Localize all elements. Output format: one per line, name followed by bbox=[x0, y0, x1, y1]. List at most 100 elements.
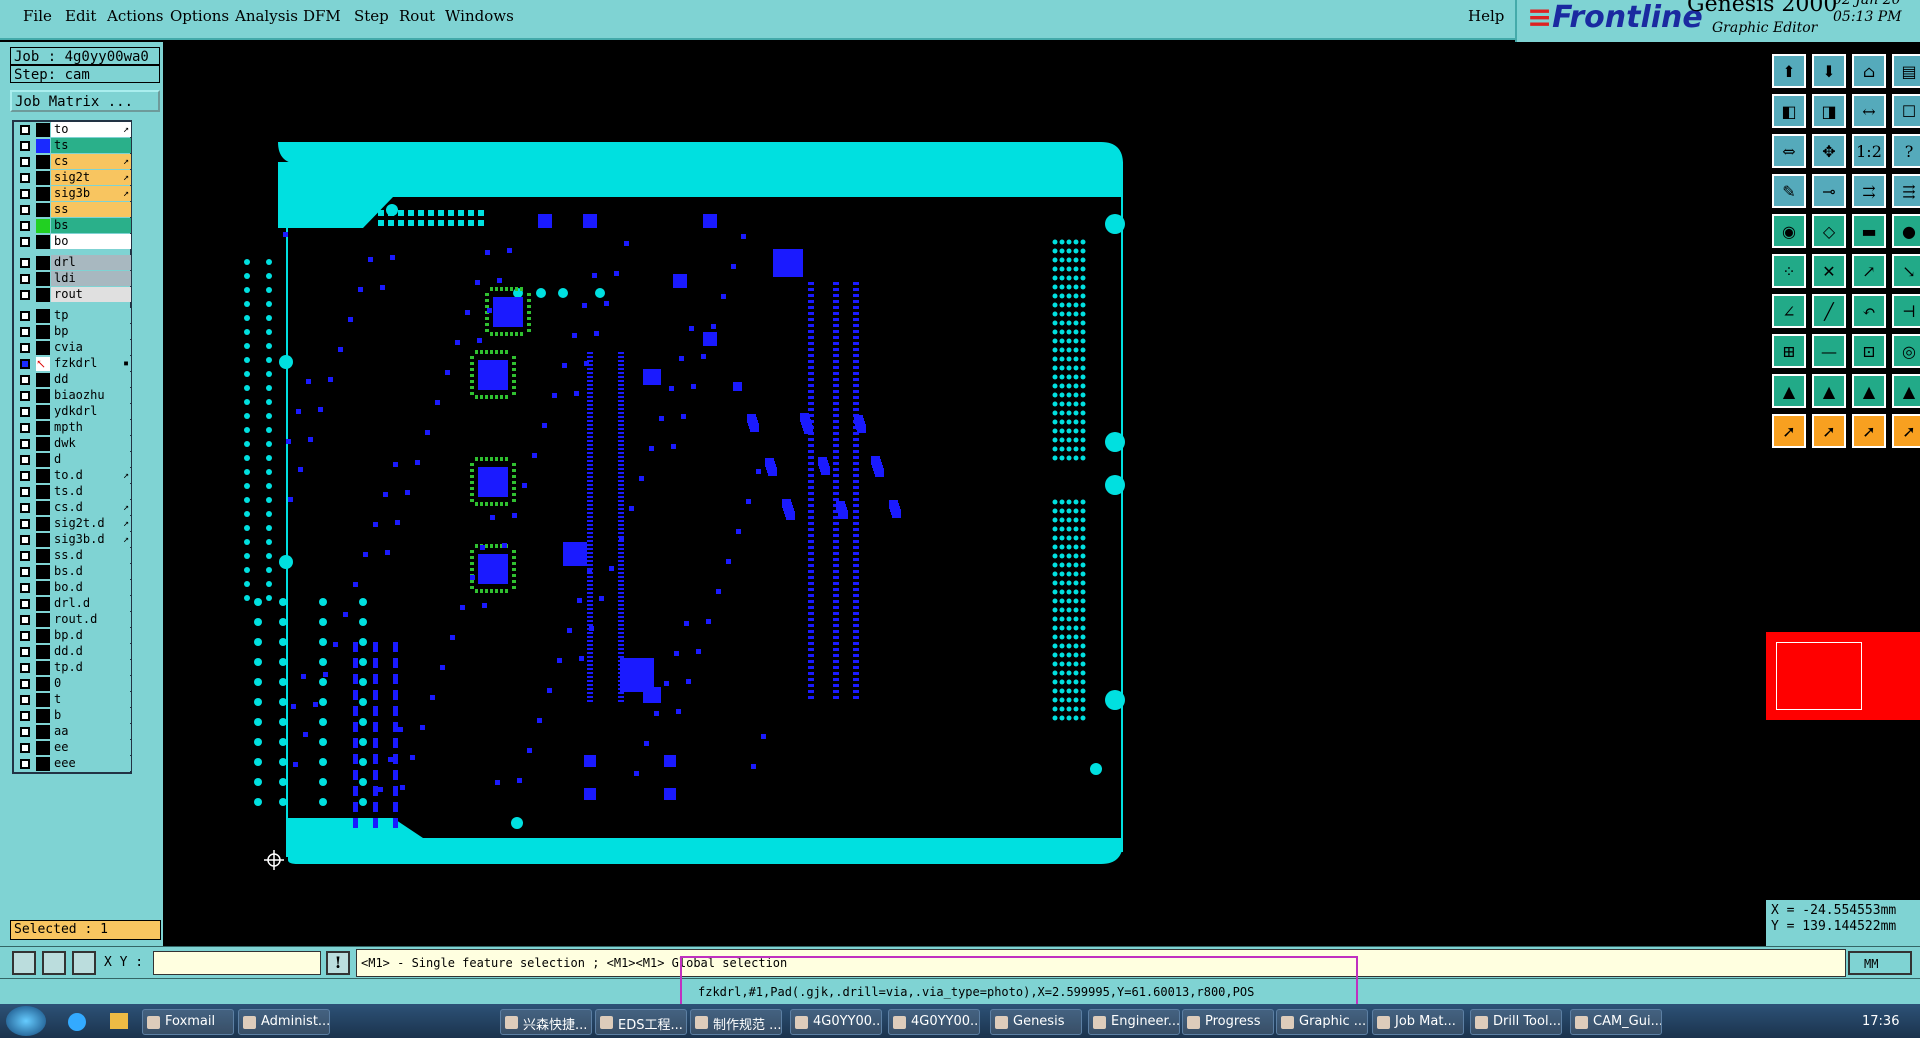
menu-help[interactable]: Help bbox=[1468, 7, 1504, 25]
tool-button-24-icon[interactable]: ↘ bbox=[1892, 254, 1920, 288]
layer-checkbox[interactable] bbox=[20, 711, 30, 721]
layer-row[interactable]: bp bbox=[14, 324, 131, 340]
layer-checkbox[interactable] bbox=[20, 221, 30, 231]
taskbar-item[interactable]: Progress bbox=[1182, 1009, 1274, 1035]
layer-row[interactable]: bo.d bbox=[14, 580, 131, 596]
xy-input[interactable] bbox=[153, 951, 321, 975]
taskbar-item[interactable]: Drill Tool... bbox=[1470, 1009, 1562, 1035]
tool-button-17-icon[interactable]: ◉ bbox=[1772, 214, 1806, 248]
tool-button-32-icon[interactable]: ◎ bbox=[1892, 334, 1920, 368]
layer-row[interactable]: aa bbox=[14, 724, 131, 740]
tool-button-4-icon[interactable]: ▤ bbox=[1892, 54, 1920, 88]
layer-row[interactable]: rout bbox=[14, 287, 131, 303]
tool-button-29-icon[interactable]: ⊞ bbox=[1772, 334, 1806, 368]
tool-button-23-icon[interactable]: ↗ bbox=[1852, 254, 1886, 288]
tool-button-6-icon[interactable]: ◨ bbox=[1812, 94, 1846, 128]
taskbar-item[interactable]: 4G0YY00... bbox=[790, 1009, 882, 1035]
unit-selector[interactable]: MM bbox=[1848, 951, 1912, 975]
layer-row[interactable]: sig2t ↗ bbox=[14, 170, 131, 186]
layer-row[interactable]: t bbox=[14, 692, 131, 708]
layer-checkbox[interactable] bbox=[20, 274, 30, 284]
tool-button-9-icon[interactable]: ⇔ bbox=[1772, 134, 1806, 168]
grid-icon[interactable] bbox=[72, 951, 96, 975]
graphic-canvas[interactable] bbox=[163, 42, 1766, 946]
menu-actions[interactable]: Actions bbox=[107, 7, 163, 25]
layer-row[interactable]: mpth bbox=[14, 420, 131, 436]
taskbar-item[interactable]: Administ... bbox=[238, 1009, 330, 1035]
tool-button-31-icon[interactable]: ⊡ bbox=[1852, 334, 1886, 368]
tool-button-22-icon[interactable]: ✕ bbox=[1812, 254, 1846, 288]
layer-checkbox[interactable] bbox=[20, 663, 30, 673]
layer-row[interactable]: sig2t.d ↗ bbox=[14, 516, 131, 532]
layer-row[interactable]: to.d ↗ bbox=[14, 468, 131, 484]
layer-checkbox[interactable] bbox=[20, 471, 30, 481]
layer-checkbox[interactable] bbox=[20, 258, 30, 268]
tool-button-37-icon[interactable]: ➚ bbox=[1772, 414, 1806, 448]
layer-checkbox[interactable] bbox=[20, 631, 30, 641]
layer-checkbox[interactable] bbox=[20, 423, 30, 433]
layer-row[interactable]: dwk bbox=[14, 436, 131, 452]
layer-checkbox[interactable] bbox=[20, 519, 30, 529]
layer-row[interactable]: ts.d bbox=[14, 484, 131, 500]
layer-checkbox[interactable] bbox=[20, 695, 30, 705]
layer-row[interactable]: dd.d bbox=[14, 644, 131, 660]
layer-checkbox[interactable] bbox=[20, 359, 30, 369]
layer-checkbox[interactable] bbox=[20, 157, 30, 167]
overview-map[interactable] bbox=[1766, 632, 1920, 720]
layer-checkbox[interactable] bbox=[20, 551, 30, 561]
layer-row[interactable]: ts bbox=[14, 138, 131, 154]
layer-row[interactable]: ↖ fzkdrl ▪ bbox=[14, 356, 131, 372]
tool-button-15-icon[interactable]: ⇉ bbox=[1852, 174, 1886, 208]
layer-checkbox[interactable] bbox=[20, 189, 30, 199]
layer-row[interactable]: b bbox=[14, 708, 131, 724]
tool-button-7-icon[interactable]: ↔ bbox=[1852, 94, 1886, 128]
menu-edit[interactable]: Edit bbox=[65, 7, 96, 25]
layer-checkbox[interactable] bbox=[20, 743, 30, 753]
layer-row[interactable]: ee bbox=[14, 740, 131, 756]
menu-options[interactable]: Options bbox=[170, 7, 229, 25]
layer-checkbox[interactable] bbox=[20, 727, 30, 737]
layer-checkbox[interactable] bbox=[20, 583, 30, 593]
measure-icon[interactable] bbox=[42, 951, 66, 975]
tool-button-28-icon[interactable]: ⊣ bbox=[1892, 294, 1920, 328]
menu-analysis[interactable]: Analysis bbox=[235, 7, 298, 25]
taskbar-item[interactable]: 兴森快捷... bbox=[500, 1009, 592, 1035]
layer-checkbox[interactable] bbox=[20, 487, 30, 497]
layer-row[interactable]: drl bbox=[14, 255, 131, 271]
taskbar-item[interactable]: Graphic ... bbox=[1276, 1009, 1368, 1035]
taskbar-item[interactable]: 4G0YY00... bbox=[888, 1009, 980, 1035]
tool-button-10-icon[interactable]: ✥ bbox=[1812, 134, 1846, 168]
tool-button-40-icon[interactable]: ➚ bbox=[1892, 414, 1920, 448]
tool-button-2-icon[interactable]: ⬇ bbox=[1812, 54, 1846, 88]
taskbar-item[interactable]: Genesis bbox=[990, 1009, 1082, 1035]
menu-rout[interactable]: Rout bbox=[399, 7, 435, 25]
menu-dfm[interactable]: DFM bbox=[303, 7, 341, 25]
taskbar-item[interactable]: Job Mat... bbox=[1372, 1009, 1464, 1035]
layer-row[interactable]: 0 bbox=[14, 676, 131, 692]
tool-button-36-icon[interactable]: ▲ bbox=[1892, 374, 1920, 408]
ie-icon[interactable] bbox=[68, 1013, 86, 1031]
layer-row[interactable]: cvia bbox=[14, 340, 131, 356]
layer-row[interactable]: eee bbox=[14, 756, 131, 772]
layer-row[interactable]: drl.d bbox=[14, 596, 131, 612]
tool-button-18-icon[interactable]: ◇ bbox=[1812, 214, 1846, 248]
tool-button-16-icon[interactable]: ⇶ bbox=[1892, 174, 1920, 208]
layer-row[interactable]: sig3b ↗ bbox=[14, 186, 131, 202]
tool-button-35-icon[interactable]: ▲ bbox=[1852, 374, 1886, 408]
layer-checkbox[interactable] bbox=[20, 567, 30, 577]
layer-checkbox[interactable] bbox=[20, 141, 30, 151]
layer-row[interactable]: bs bbox=[14, 218, 131, 234]
tool-button-12-icon[interactable]: ? bbox=[1892, 134, 1920, 168]
tool-button-3-icon[interactable]: ⌂ bbox=[1852, 54, 1886, 88]
layer-checkbox[interactable] bbox=[20, 205, 30, 215]
tool-button-25-icon[interactable]: ∠ bbox=[1772, 294, 1806, 328]
tool-button-34-icon[interactable]: ▲ bbox=[1812, 374, 1846, 408]
tool-button-1-icon[interactable]: ⬆ bbox=[1772, 54, 1806, 88]
layer-row[interactable]: to ↗ bbox=[14, 122, 131, 138]
tool-button-27-icon[interactable]: ↶ bbox=[1852, 294, 1886, 328]
tool-button-13-icon[interactable]: ✎ bbox=[1772, 174, 1806, 208]
snap-icon[interactable] bbox=[12, 951, 36, 975]
layer-row[interactable]: sig3b.d ↗ bbox=[14, 532, 131, 548]
tool-button-11-icon[interactable]: 1:2 bbox=[1852, 134, 1886, 168]
layer-row[interactable]: d bbox=[14, 452, 131, 468]
